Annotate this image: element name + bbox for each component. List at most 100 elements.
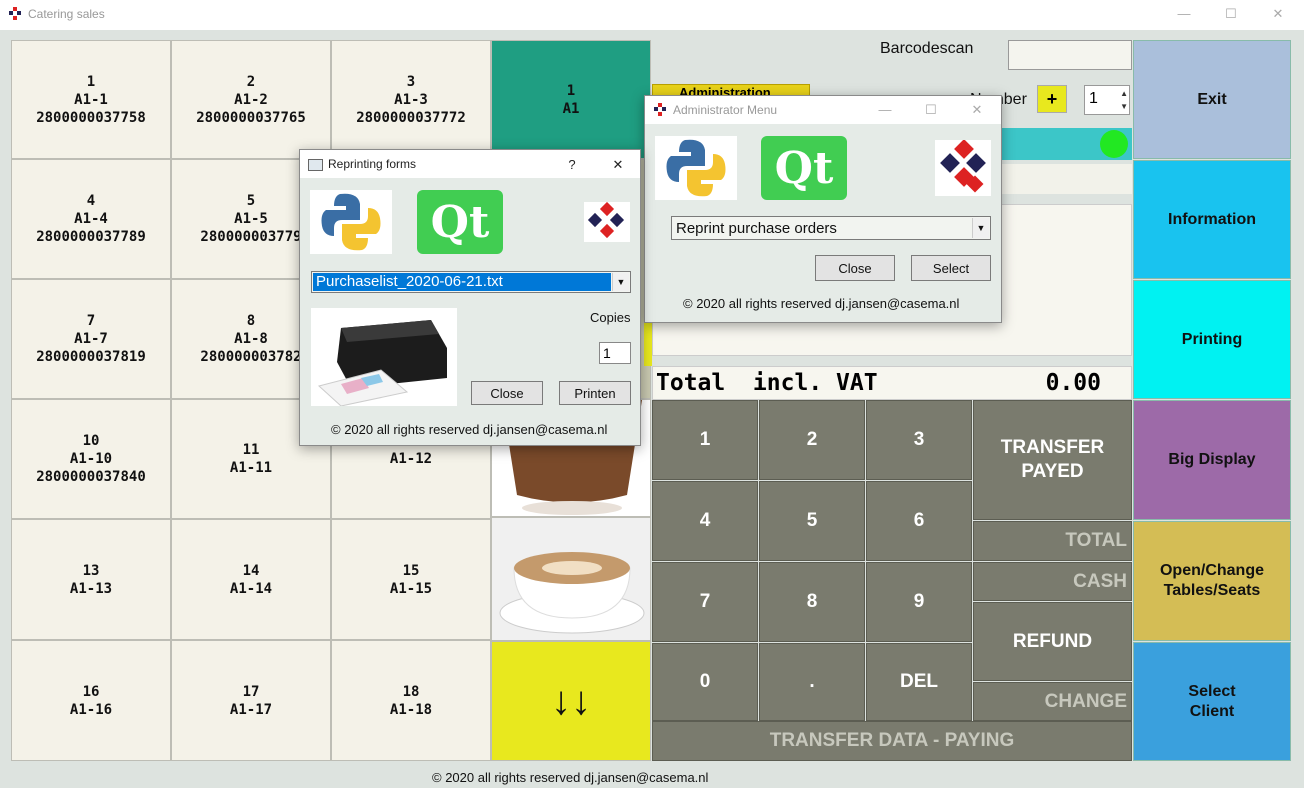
admin-close-button[interactable]: Close: [815, 255, 895, 281]
chevron-down-icon[interactable]: ▼: [612, 273, 629, 291]
table-tile[interactable]: 15 A1-15: [331, 519, 491, 640]
admin-menu-select[interactable]: Reprint purchase orders ▼: [671, 216, 991, 240]
key-8[interactable]: 8: [759, 562, 865, 642]
print-button[interactable]: Printen: [559, 381, 631, 405]
table-name: A1-4: [74, 211, 108, 227]
table-code: 280000003779: [200, 229, 302, 245]
table-num: 18: [402, 683, 420, 700]
total-button[interactable]: TOTAL: [973, 521, 1132, 561]
qt-logo-icon: Qt: [761, 136, 847, 200]
purchaselist-selected: Purchaselist_2020-06-21.txt: [313, 273, 611, 291]
quantity-spinbox[interactable]: 1 ▲ ▼: [1084, 85, 1130, 115]
app-logo-icon: [654, 103, 666, 116]
table-code: 2800000037758: [36, 109, 146, 126]
exit-button[interactable]: Exit: [1133, 40, 1291, 159]
key-6[interactable]: 6: [866, 481, 972, 561]
printing-button[interactable]: Printing: [1133, 280, 1291, 399]
python-logo-icon: [310, 190, 392, 254]
key-7[interactable]: 7: [652, 562, 758, 642]
table-name: A1-2: [234, 91, 268, 108]
key-5[interactable]: 5: [759, 481, 865, 561]
table-num: 4: [86, 193, 96, 209]
quantity-value: 1: [1089, 90, 1098, 107]
table-name: A1-13: [69, 580, 113, 597]
change-button[interactable]: CHANGE: [973, 682, 1132, 721]
close-icon[interactable]: ✕: [1268, 6, 1288, 22]
table-tile[interactable]: 16 A1-16: [11, 640, 171, 761]
reprint-close-button[interactable]: Close: [471, 381, 543, 405]
table-code: 2800000037840: [36, 469, 146, 485]
table-name: A1-15: [389, 580, 433, 597]
help-icon[interactable]: ?: [562, 157, 582, 172]
key-dot[interactable]: .: [759, 643, 865, 721]
minimize-icon[interactable]: —: [875, 102, 895, 117]
transfer-data-paying-button[interactable]: TRANSFER DATA - PAYING: [652, 721, 1132, 761]
big-display-button[interactable]: Big Display: [1133, 400, 1291, 520]
maximize-icon[interactable]: ☐: [921, 102, 941, 118]
maximize-icon[interactable]: ☐: [1221, 6, 1241, 22]
table-tile[interactable]: 14 A1-14: [171, 519, 331, 640]
table-num: 8: [246, 313, 256, 329]
key-4[interactable]: 4: [652, 481, 758, 561]
minimize-icon[interactable]: —: [1174, 6, 1194, 21]
table-tile[interactable]: 4 A1-4 2800000037789: [11, 159, 171, 279]
window-icon: [308, 159, 323, 171]
reprint-dialog-title: Reprinting forms: [328, 157, 417, 171]
category-tile-a1[interactable]: 1 A1: [491, 40, 651, 159]
close-icon[interactable]: ✕: [967, 102, 987, 118]
key-0[interactable]: 0: [652, 643, 758, 721]
cash-button[interactable]: CASH: [973, 562, 1132, 601]
admin-dialog-titlebar: Administrator Menu — ☐ ✕: [645, 96, 1001, 124]
table-tile[interactable]: 7 A1-7 2800000037819: [11, 279, 171, 399]
table-tile[interactable]: 3 A1-3 2800000037772: [331, 40, 491, 159]
table-name: A1-12: [389, 451, 433, 467]
app-logo-icon: [9, 7, 21, 20]
total-display: Total incl. VAT 0.00: [652, 366, 1132, 400]
table-tile[interactable]: 13 A1-13: [11, 519, 171, 640]
admin-select-button[interactable]: Select: [911, 255, 991, 281]
table-name: A1-14: [229, 580, 273, 597]
information-button[interactable]: Information: [1133, 160, 1291, 279]
chevron-down-icon[interactable]: ▼: [972, 218, 989, 238]
barcode-input[interactable]: [1008, 40, 1132, 70]
barcode-label: Barcodescan: [880, 40, 974, 57]
key-delete[interactable]: DEL: [866, 643, 972, 721]
refund-button[interactable]: REFUND: [973, 602, 1132, 681]
table-tile[interactable]: 1 A1-1 2800000037758: [11, 40, 171, 159]
table-code: 2800000037772: [356, 109, 466, 126]
table-num: 3: [406, 73, 416, 90]
key-3[interactable]: 3: [866, 400, 972, 480]
transfer-payed-button[interactable]: TRANSFER PAYED: [973, 400, 1132, 520]
purchaselist-select[interactable]: Purchaselist_2020-06-21.txt ▼: [311, 271, 631, 293]
reprinting-forms-dialog: Reprinting forms ? ✕ Qt Purchaselist_202…: [299, 149, 641, 446]
key-9[interactable]: 9: [866, 562, 972, 642]
status-light-icon: [1100, 130, 1128, 158]
table-name: A1-10: [69, 451, 113, 467]
table-code: 2800000037819: [36, 349, 146, 365]
table-num: 5: [246, 193, 256, 209]
copies-input[interactable]: 1: [599, 342, 631, 364]
close-icon[interactable]: ✕: [608, 157, 628, 173]
admin-footer: © 2020 all rights reserved dj.jansen@cas…: [683, 296, 960, 311]
cappuccino-product[interactable]: [491, 517, 651, 641]
python-logo-icon: [655, 136, 737, 200]
table-tile[interactable]: 18 A1-18: [331, 640, 491, 761]
table-num: 13: [82, 562, 100, 579]
table-num: 10: [82, 433, 100, 449]
table-tile[interactable]: 10 A1-10 2800000037840: [11, 399, 171, 519]
admin-menu-selected: Reprint purchase orders: [676, 220, 837, 237]
footer-copyright: © 2020 all rights reserved dj.jansen@cas…: [432, 770, 709, 785]
spin-arrows-icon[interactable]: ▲ ▼: [1120, 87, 1128, 113]
key-2[interactable]: 2: [759, 400, 865, 480]
table-tile[interactable]: 2 A1-2 2800000037765: [171, 40, 331, 159]
select-client-button[interactable]: Select Client: [1133, 642, 1291, 761]
key-1[interactable]: 1: [652, 400, 758, 480]
number-plus-button[interactable]: +: [1037, 85, 1067, 113]
qt-logo-icon: Qt: [417, 190, 503, 254]
double-arrow-down-icon: ↓↓: [551, 678, 591, 723]
company-logo-icon: [935, 139, 991, 196]
table-tile[interactable]: 17 A1-17: [171, 640, 331, 761]
scroll-down-button[interactable]: ↓↓: [491, 641, 651, 761]
open-change-tables-button[interactable]: Open/Change Tables/Seats: [1133, 521, 1291, 641]
cappuccino-image: [499, 552, 645, 634]
